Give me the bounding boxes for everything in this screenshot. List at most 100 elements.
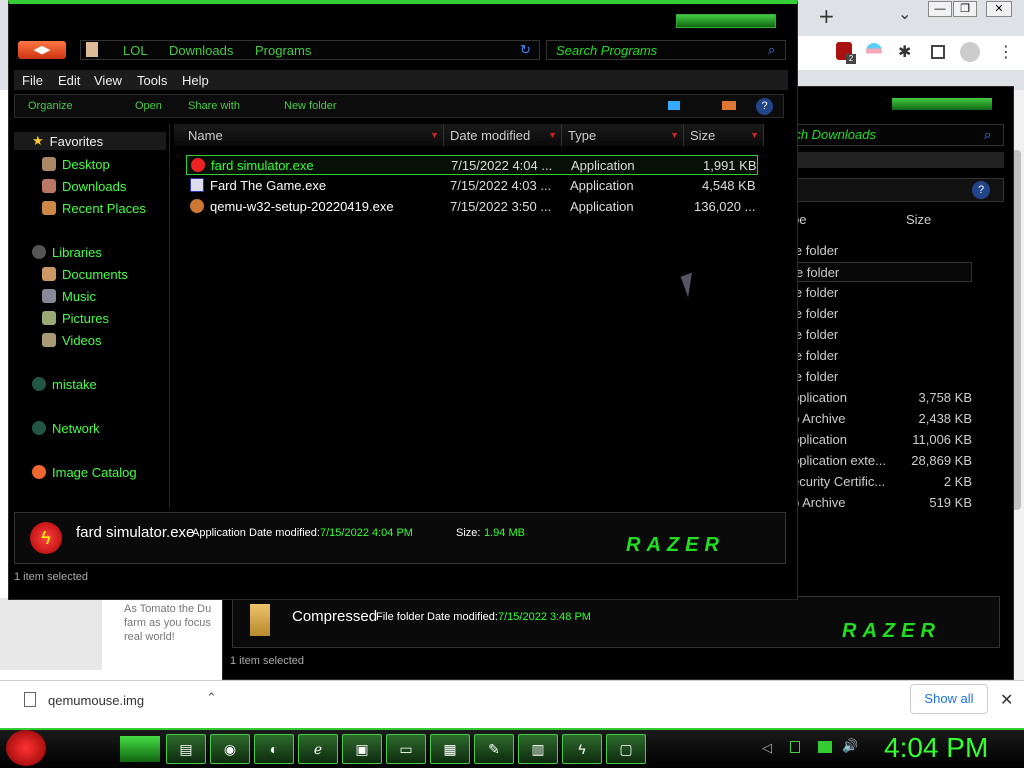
file-size: 136,020 ... [694, 199, 756, 214]
column-size[interactable]: Size ▼ [684, 124, 764, 146]
file-size: 1,991 KB [703, 158, 757, 173]
folder-address-icon [86, 42, 98, 57]
wordpad-icon[interactable]: ▥ [518, 734, 558, 764]
chevron-up-icon[interactable]: ⌃ [206, 690, 217, 706]
sidebar-item-network[interactable]: Network [32, 418, 100, 438]
sidebar-item-videos[interactable]: Videos [42, 330, 102, 350]
close-download-bar-icon[interactable]: ✕ [1000, 690, 1013, 710]
sidebar-item-mistake[interactable]: mistake [32, 374, 97, 394]
sidebar-item-desktop[interactable]: Desktop [42, 154, 110, 174]
back-file-row[interactable]: le folder [792, 325, 972, 345]
file-row[interactable]: Fard The Game.exe 7/15/2022 4:03 ... App… [186, 176, 758, 196]
new-tab-button[interactable]: + [818, 4, 835, 28]
help-icon[interactable]: ? [756, 98, 773, 115]
libraries-label: Libraries [52, 244, 102, 260]
videos-icon [42, 333, 56, 347]
star-icon: ★ [32, 133, 44, 148]
back-file-row[interactable]: le folder [792, 262, 972, 282]
extension-flag-icon[interactable] [866, 43, 882, 59]
breadcrumb-lol[interactable]: LOL [123, 43, 148, 58]
back-file-row[interactable]: le folder [792, 241, 972, 261]
back-file-row[interactable]: pplication exte... 28,869 KB [792, 451, 972, 471]
page-thumbnail [0, 598, 102, 670]
sidebar-item-libraries[interactable]: Libraries [32, 242, 102, 262]
ie-icon[interactable]: ℯ [298, 734, 338, 764]
tray-network-icon[interactable] [818, 741, 832, 753]
minimize-button[interactable]: — [928, 1, 952, 17]
back-file-type: p Archive [792, 495, 846, 510]
sidebar-item-image-catalog[interactable]: Image Catalog [32, 462, 137, 482]
menu-view[interactable]: View [94, 73, 122, 88]
menu-dots-icon[interactable]: ⋮ [998, 42, 1014, 61]
menu-edit[interactable]: Edit [58, 73, 80, 88]
tab-list-button[interactable]: ⌄ [898, 4, 911, 23]
menu-help[interactable]: Help [182, 73, 209, 88]
show-all-button[interactable]: Show all [910, 684, 988, 714]
new-folder-button[interactable]: New folder [284, 100, 337, 112]
task-icon[interactable]: ▣ [342, 734, 382, 764]
firefox-icon[interactable]: ◐ [254, 734, 294, 764]
view-options-icon[interactable] [668, 101, 680, 110]
open-button[interactable]: Open [135, 100, 162, 112]
sort-arrow-icon: ▼ [670, 130, 679, 140]
back-forward-buttons[interactable]: ◀▶ [18, 41, 66, 59]
column-date[interactable]: Date modified ▼ [444, 124, 562, 146]
back-col-type[interactable]: pe [792, 212, 896, 227]
sidebar-item-pictures[interactable]: Pictures [42, 308, 109, 328]
fard-app-icon[interactable]: ϟ [562, 734, 602, 764]
file-row[interactable]: fard simulator.exe 7/15/2022 4:04 ... Ap… [186, 155, 758, 175]
preview-pane-icon[interactable] [722, 101, 736, 110]
cmd-icon[interactable]: ▭ [386, 734, 426, 764]
side-panel-icon[interactable] [931, 45, 945, 59]
paint-icon[interactable]: ✎ [474, 734, 514, 764]
tray-flag-icon[interactable] [790, 741, 800, 753]
menu-file[interactable]: File [22, 73, 43, 88]
organize-button[interactable]: Organize [28, 100, 73, 112]
window-controls[interactable] [676, 14, 776, 28]
7zip-icon[interactable]: ▦ [430, 734, 470, 764]
profile-avatar-icon[interactable] [960, 42, 980, 62]
menu-tools[interactable]: Tools [137, 73, 167, 88]
file-date: 7/15/2022 4:04 ... [451, 158, 553, 173]
tray-volume-icon[interactable]: 🔊 [842, 738, 858, 754]
back-file-row[interactable]: p Archive 519 KB [792, 493, 972, 513]
sidebar-item-recent-places[interactable]: Recent Places [42, 198, 146, 218]
back-col-size[interactable]: Size [906, 212, 976, 227]
breadcrumb-downloads[interactable]: Downloads [169, 43, 233, 58]
chrome-icon[interactable]: ◉ [210, 734, 250, 764]
back-file-row[interactable]: ecurity Certific... 2 KB [792, 472, 972, 492]
refresh-icon[interactable]: ↻ [520, 42, 531, 58]
file-size: 4,548 KB [702, 178, 756, 193]
close-window-button[interactable]: ✕ [986, 1, 1012, 17]
sidebar-item-documents[interactable]: Documents [42, 264, 128, 284]
back-file-row[interactable]: le folder [792, 304, 972, 324]
restore-button[interactable]: ❐ [953, 1, 977, 17]
start-angry-bird-icon[interactable] [6, 730, 46, 766]
back-window-controls[interactable] [892, 98, 992, 110]
column-name[interactable]: Name ▼ [174, 124, 444, 146]
explorer-icon[interactable]: ▤ [166, 734, 206, 764]
back-file-row[interactable]: le folder [792, 367, 972, 387]
file-row[interactable]: qemu-w32-setup-20220419.exe 7/15/2022 3:… [186, 197, 758, 217]
back-file-row[interactable]: pplication 3,758 KB [792, 388, 972, 408]
tray-back-icon[interactable]: ◁ [762, 740, 772, 756]
breadcrumb-programs[interactable]: Programs [255, 43, 311, 58]
computer-icon[interactable]: ▢ [606, 734, 646, 764]
back-details-date-label: Date modified: [427, 611, 498, 623]
image-catalog-label: Image Catalog [52, 464, 137, 480]
back-razer-logo: RAZER [842, 620, 941, 642]
back-file-row[interactable]: le folder [792, 283, 972, 303]
sidebar-item-downloads[interactable]: Downloads [42, 176, 126, 196]
back-file-row[interactable]: p Archive 2,438 KB [792, 409, 972, 429]
column-type[interactable]: Type ▼ [562, 124, 684, 146]
back-help-icon[interactable]: ? [972, 181, 990, 199]
download-filename[interactable]: qemumouse.img [48, 693, 144, 708]
back-file-row[interactable]: le folder [792, 346, 972, 366]
puzzle-extensions-icon[interactable]: ✱ [898, 42, 911, 61]
share-with-button[interactable]: Share with [188, 100, 240, 112]
back-file-row[interactable]: pplication 11,006 KB [792, 430, 972, 450]
sidebar-item-music[interactable]: Music [42, 286, 96, 306]
taskbar-clock[interactable]: 4:04 PM [884, 732, 988, 764]
favorites-header[interactable]: ★ Favorites [14, 132, 166, 150]
libraries-icon [32, 245, 46, 259]
